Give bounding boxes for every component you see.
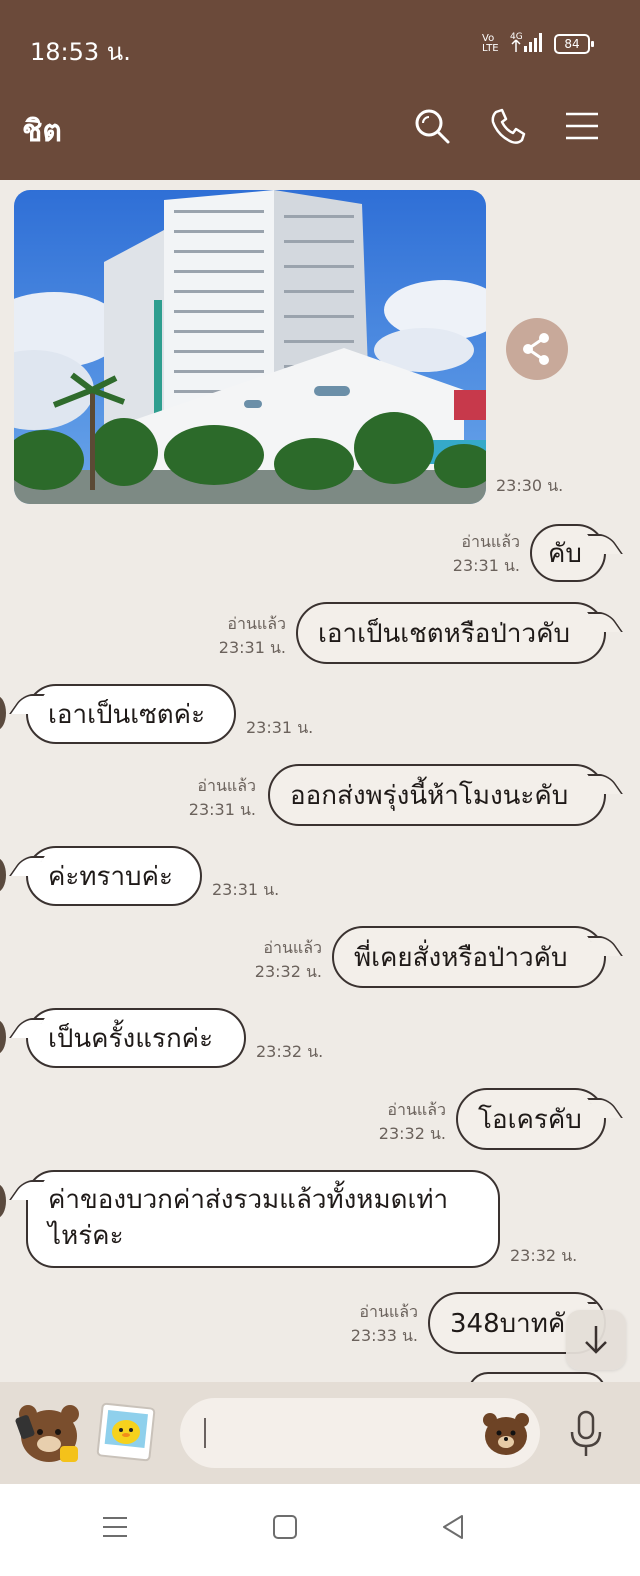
message-text: 348บาทคั	[450, 1308, 566, 1339]
recents-icon[interactable]	[100, 1512, 130, 1542]
message-text: ออกส่งพรุ่งนี้ห้าโมงนะคับ	[290, 780, 569, 811]
read-receipt: อ่านแล้ว	[263, 938, 322, 957]
bear-sticker-icon[interactable]	[14, 1396, 84, 1466]
share-button[interactable]	[506, 318, 568, 380]
bear-emoji-icon[interactable]	[482, 1408, 530, 1458]
message-bubble-partial[interactable]	[468, 1372, 606, 1382]
message-bubble[interactable]: พี่เคยสั่งหรือป่าวคับ	[332, 926, 606, 988]
message-bubble[interactable]: คับ	[530, 524, 606, 582]
message-time: 23:32 น.	[378, 1124, 446, 1143]
message-time: 23:32 น.	[510, 1246, 578, 1265]
avatar[interactable]	[0, 696, 6, 730]
chat-area[interactable]: 23:30 น. อ่านแล้ว 23:31 น. คับ อ่านแล้ว …	[0, 180, 640, 1382]
chat-header: ชิต	[0, 72, 640, 180]
message-bubble[interactable]: ออกส่งพรุ่งนี้ห้าโมงนะคับ	[268, 764, 606, 826]
photo-message[interactable]	[14, 190, 486, 504]
message-meta: อ่านแล้ว 23:32 น.	[222, 936, 322, 984]
home-icon[interactable]	[270, 1512, 300, 1542]
system-nav-bar	[0, 1484, 640, 1576]
avatar[interactable]	[0, 1020, 6, 1054]
chat-title: ชิต	[22, 114, 62, 149]
message-meta: อ่านแล้ว 23:32 น.	[346, 1098, 446, 1146]
microphone-icon[interactable]	[566, 1410, 606, 1458]
message-time: 23:31 น.	[218, 638, 286, 657]
read-receipt: อ่านแล้ว	[227, 614, 286, 633]
message-time: 23:30 น.	[496, 476, 564, 495]
avatar[interactable]	[0, 1184, 6, 1218]
scroll-down-button[interactable]	[566, 1310, 626, 1370]
message-time: 23:31 น.	[452, 556, 520, 575]
arrow-down-icon	[585, 1326, 607, 1354]
message-bubble[interactable]: เป็นครั้งแรกค่ะ	[26, 1008, 246, 1068]
message-time: 23:32 น.	[254, 962, 322, 981]
signal-icon: 4G	[510, 32, 542, 52]
message-bubble[interactable]: เอาเป็นเซตค่ะ	[26, 684, 236, 744]
back-icon[interactable]	[438, 1512, 468, 1542]
read-receipt: อ่านแล้ว	[387, 1100, 446, 1119]
read-receipt: อ่านแล้ว	[461, 532, 520, 551]
photo-sticker-icon[interactable]	[94, 1400, 158, 1464]
read-receipt: อ่านแล้ว	[197, 776, 256, 795]
volte-label: Vo LTE	[482, 33, 499, 54]
text-caret	[204, 1418, 206, 1448]
message-text: ค่ะทราบค่ะ	[48, 861, 173, 892]
message-time: 23:33 น.	[350, 1326, 418, 1345]
avatar[interactable]	[0, 858, 6, 892]
message-input[interactable]	[180, 1398, 540, 1468]
read-receipt: อ่านแล้ว	[359, 1302, 418, 1321]
menu-icon[interactable]	[562, 106, 602, 146]
message-time: 23:31 น.	[212, 880, 280, 899]
message-bubble[interactable]: โอเครคับ	[456, 1088, 606, 1150]
message-text: เอาเป็นเซตค่ะ	[48, 699, 206, 730]
message-bubble[interactable]: ค่ะทราบค่ะ	[26, 846, 202, 906]
phone-icon[interactable]	[488, 106, 528, 146]
input-bar	[0, 1382, 640, 1484]
message-time: 23:32 น.	[256, 1042, 324, 1061]
search-icon[interactable]	[412, 106, 452, 146]
message-bubble[interactable]: ค่าของบวกค่าส่งรวมแล้วทั้งหมดเท่าไหร่คะ	[26, 1170, 500, 1268]
message-meta: อ่านแล้ว 23:31 น.	[420, 530, 520, 578]
message-text: พี่เคยสั่งหรือป่าวคับ	[354, 942, 568, 973]
share-icon	[523, 333, 549, 365]
volte-indicator: Vo LTE	[482, 33, 499, 54]
message-text: ค่าของบวกค่าส่งรวมแล้วทั้งหมดเท่าไหร่คะ	[48, 1185, 449, 1251]
message-meta: อ่านแล้ว 23:33 น.	[318, 1300, 418, 1348]
message-meta: อ่านแล้ว 23:31 น.	[156, 774, 256, 822]
message-time: 23:31 น.	[188, 800, 256, 819]
message-text: เป็นครั้งแรกค่ะ	[48, 1023, 214, 1054]
message-bubble[interactable]: เอาเป็นเชตหรือป่าวคับ	[296, 602, 606, 664]
message-text: คับ	[548, 538, 582, 569]
status-bar: 18:53 น. Vo LTE 4G 84	[0, 0, 640, 72]
message-meta: อ่านแล้ว 23:31 น.	[186, 612, 286, 660]
status-time: 18:53 น.	[30, 38, 131, 66]
message-time: 23:31 น.	[246, 718, 314, 737]
message-text: โอเครคับ	[478, 1104, 582, 1135]
battery-indicator: 84	[554, 34, 594, 54]
message-text: เอาเป็นเชตหรือป่าวคับ	[318, 618, 571, 649]
